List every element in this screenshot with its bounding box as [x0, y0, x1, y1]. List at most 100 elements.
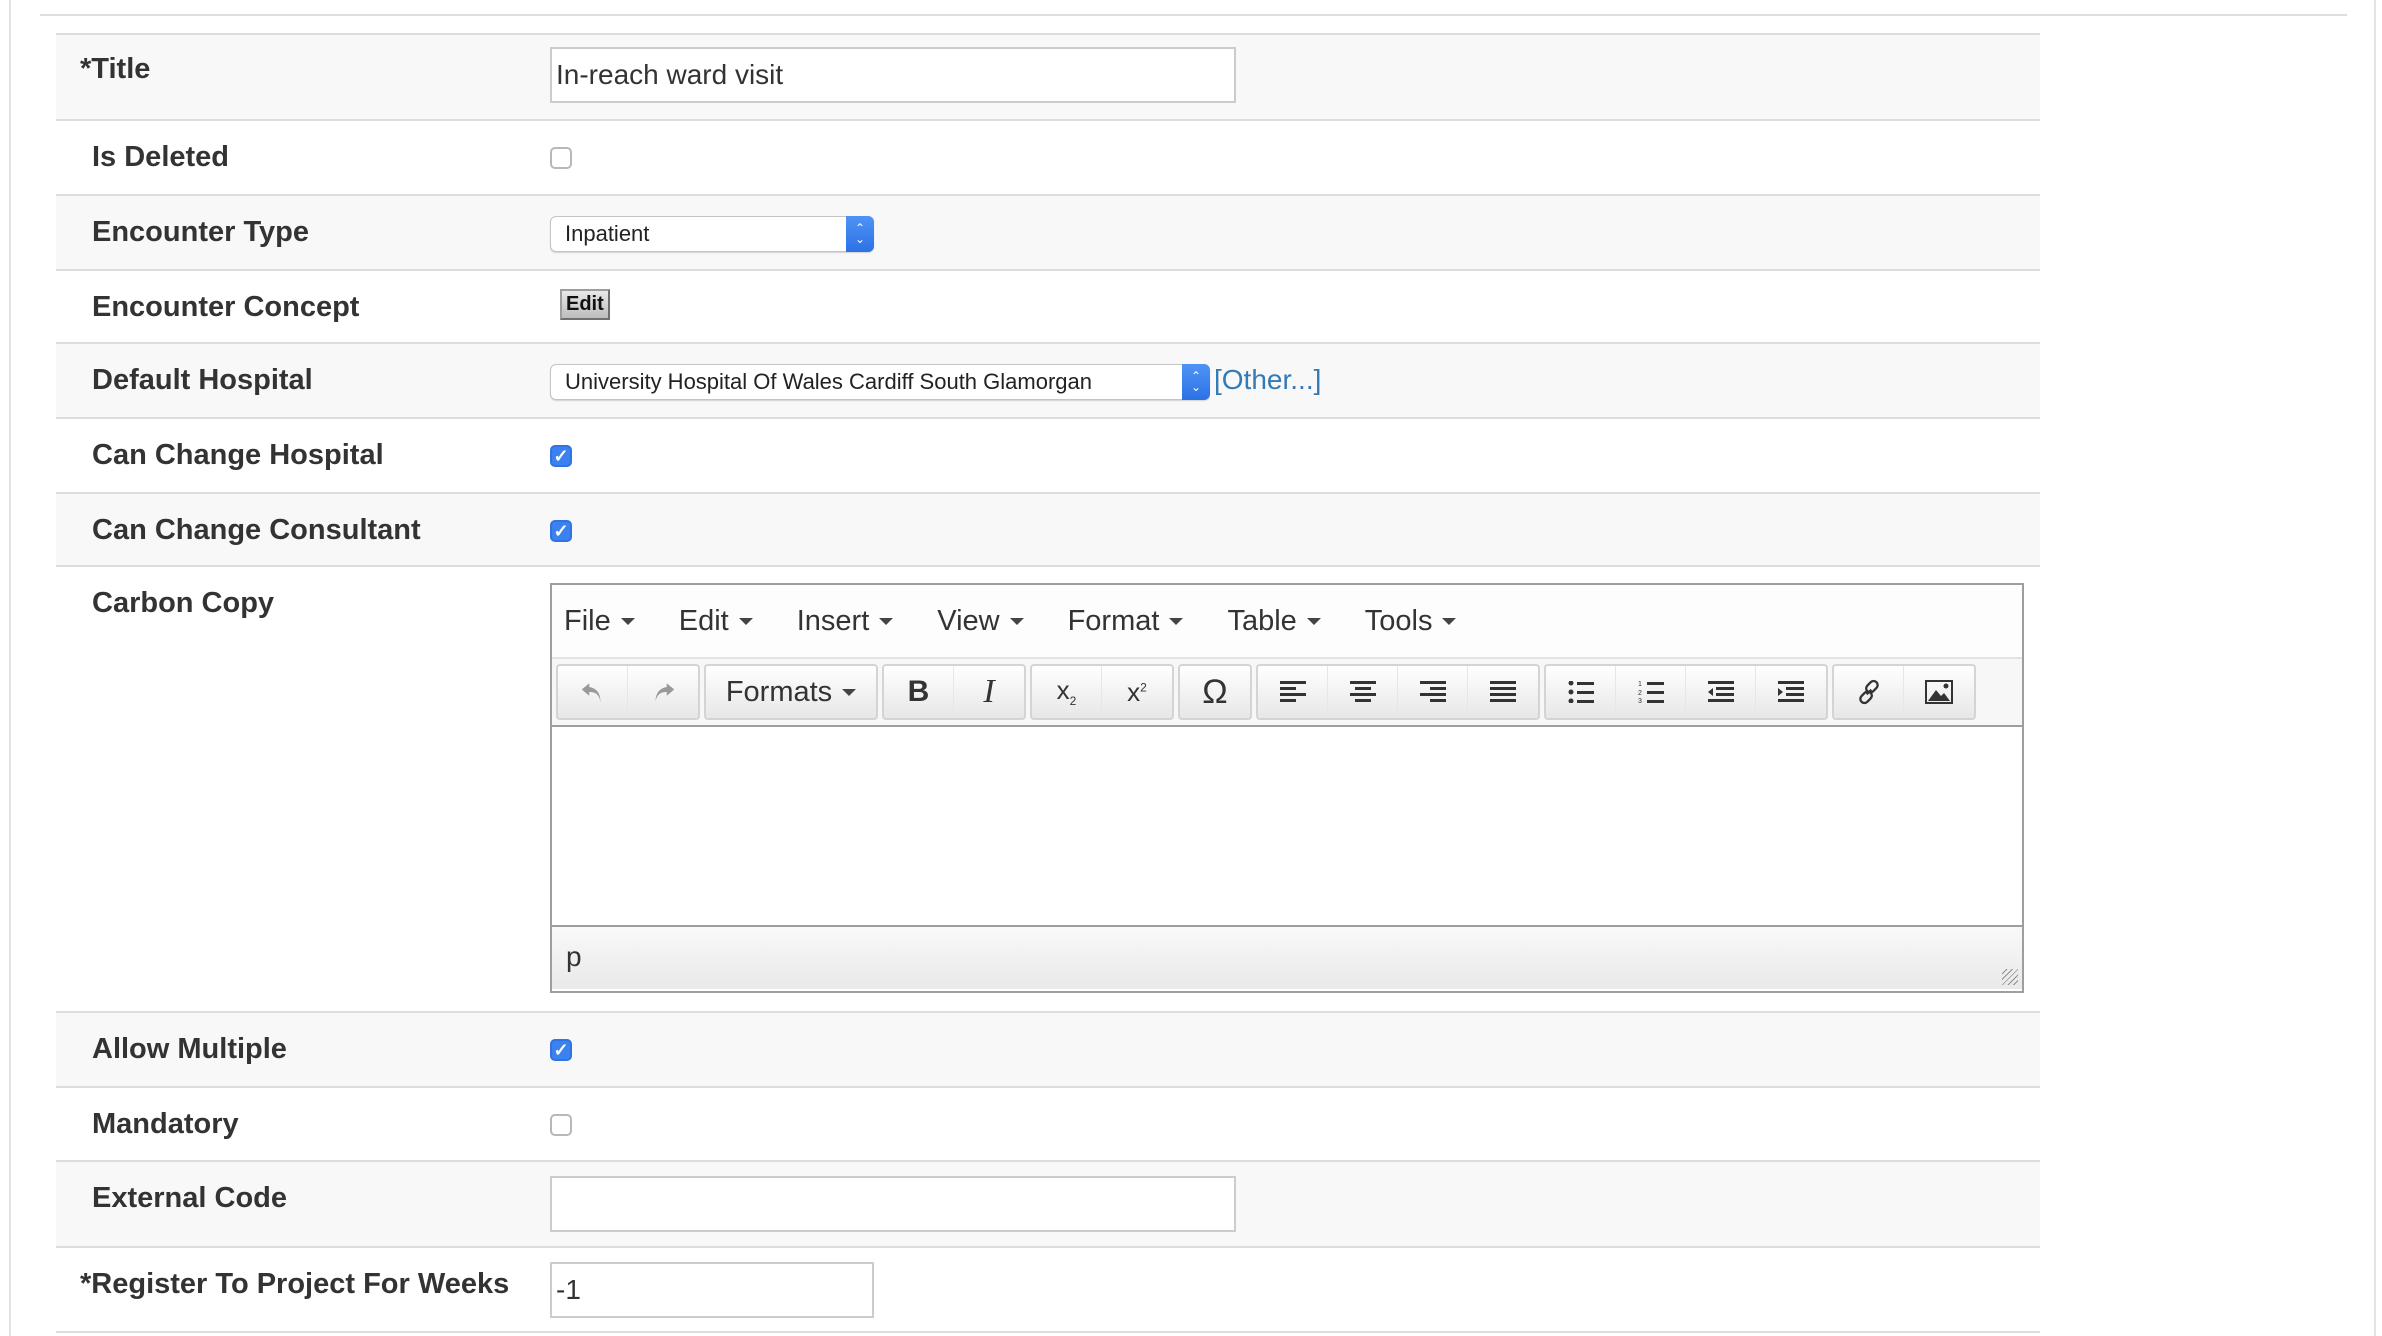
encounter-concept-label: Encounter Concept	[92, 291, 360, 323]
charmap-group: Ω	[1178, 664, 1252, 720]
indent-icon	[1778, 681, 1804, 702]
menu-edit[interactable]: Edit	[679, 605, 753, 638]
editor-menubar: File Edit Insert View Format Table Tools	[552, 585, 2022, 659]
mandatory-checkbox[interactable]	[550, 1114, 572, 1136]
editor-toolbar: Formats B I x2 x2 Ω 1 2 3	[552, 659, 2022, 727]
formats-dropdown[interactable]: Formats	[706, 666, 876, 718]
row-register-weeks: *Register To Project For Weeks	[56, 1246, 2040, 1333]
menu-edit-label: Edit	[678, 604, 729, 637]
list-group: 1 23	[1544, 664, 1828, 720]
carbon-copy-label: Carbon Copy	[92, 587, 275, 619]
checkmark-icon: ✓	[553, 1039, 569, 1060]
numbered-list-icon: 1 23	[1638, 681, 1664, 703]
svg-text:2: 2	[1638, 690, 1642, 697]
can-change-hospital-checkbox[interactable]: ✓	[550, 445, 572, 467]
align-left-button[interactable]	[1258, 666, 1328, 718]
link-button[interactable]	[1834, 666, 1904, 718]
caret-down-icon	[620, 617, 635, 625]
numbered-list-button[interactable]: 1 23	[1616, 666, 1686, 718]
mandatory-label: Mandatory	[92, 1108, 239, 1140]
redo-icon	[655, 683, 675, 702]
default-hospital-select[interactable]: University Hospital Of Wales Cardiff Sou…	[550, 364, 1210, 400]
other-hospital-link[interactable]: [Other...]	[1214, 364, 1321, 396]
subscript-button[interactable]: x2	[1032, 666, 1102, 718]
row-allow-multiple: Allow Multiple ✓	[56, 1011, 2040, 1086]
special-character-icon: Ω	[1202, 672, 1228, 711]
align-center-icon	[1349, 681, 1376, 702]
indent-button[interactable]	[1756, 666, 1826, 718]
menu-tools[interactable]: Tools	[1365, 605, 1457, 638]
menu-table-label: Table	[1227, 604, 1297, 637]
caret-down-icon	[842, 688, 857, 696]
svg-text:3: 3	[1638, 698, 1642, 703]
row-is-deleted: Is Deleted	[56, 119, 2040, 194]
editor-statusbar: p	[552, 927, 2022, 989]
subscript-icon: x2	[1056, 675, 1077, 709]
link-icon	[1858, 679, 1879, 705]
special-character-button[interactable]: Ω	[1180, 666, 1250, 718]
align-right-button[interactable]	[1398, 666, 1468, 718]
caret-down-icon	[738, 617, 753, 625]
element-path[interactable]: p	[566, 941, 582, 973]
can-change-consultant-checkbox[interactable]: ✓	[550, 520, 572, 542]
external-code-label: External Code	[92, 1182, 287, 1214]
row-default-hospital: Default Hospital University Hospital Of …	[56, 342, 2040, 417]
rich-text-editor: File Edit Insert View Format Table Tools	[550, 583, 2024, 993]
menu-view[interactable]: View	[937, 605, 1024, 638]
title-label: *Title	[80, 53, 151, 85]
can-change-hospital-label: Can Change Hospital	[92, 439, 384, 471]
menu-file[interactable]: File	[564, 605, 635, 638]
formats-group: Formats	[704, 664, 878, 720]
encounter-concept-edit-button[interactable]: Edit	[560, 289, 610, 320]
script-group: x2 x2	[1030, 664, 1174, 720]
italic-button[interactable]: I	[954, 666, 1024, 718]
resize-handle-icon[interactable]	[2002, 969, 2018, 985]
caret-down-icon	[1009, 617, 1024, 625]
history-group	[556, 664, 700, 720]
register-weeks-input[interactable]	[550, 1262, 874, 1318]
align-justify-icon	[1490, 681, 1516, 702]
encounter-form: *Title Is Deleted Encounter Type Inpatie…	[56, 33, 2040, 1333]
image-button[interactable]	[1904, 666, 1974, 718]
undo-button[interactable]	[558, 666, 628, 718]
register-weeks-label: *Register To Project For Weeks	[80, 1268, 510, 1300]
bullet-list-button[interactable]	[1546, 666, 1616, 718]
encounter-type-label: Encounter Type	[92, 216, 309, 248]
is-deleted-checkbox[interactable]	[550, 147, 572, 169]
caret-down-icon	[1169, 617, 1184, 625]
superscript-button[interactable]: x2	[1102, 666, 1172, 718]
row-carbon-copy: Carbon Copy File Edit Insert View Format…	[56, 565, 2040, 1011]
can-change-consultant-label: Can Change Consultant	[92, 514, 421, 546]
align-center-button[interactable]	[1328, 666, 1398, 718]
checkmark-icon: ✓	[553, 520, 569, 541]
default-hospital-value: University Hospital Of Wales Cardiff Sou…	[565, 369, 1092, 394]
align-justify-button[interactable]	[1468, 666, 1538, 718]
italic-icon: I	[983, 673, 995, 710]
row-encounter-concept: Encounter Concept Edit	[56, 269, 2040, 342]
encounter-type-select[interactable]: Inpatient ⌃ ⌄	[550, 216, 874, 252]
is-deleted-label: Is Deleted	[92, 141, 229, 173]
checkmark-icon: ✓	[553, 445, 569, 466]
menu-table[interactable]: Table	[1227, 604, 1321, 638]
page-border-left	[9, 0, 11, 1336]
menu-format[interactable]: Format	[1068, 605, 1184, 638]
menu-tools-label: Tools	[1364, 604, 1433, 637]
formats-label: Formats	[725, 675, 833, 708]
title-input[interactable]	[550, 47, 1236, 103]
encounter-type-value: Inpatient	[565, 221, 650, 246]
alignment-group	[1256, 664, 1540, 720]
menu-insert[interactable]: Insert	[797, 605, 894, 638]
align-left-icon	[1279, 681, 1306, 702]
svg-text:1: 1	[1638, 681, 1642, 688]
redo-button[interactable]	[628, 666, 698, 718]
bullet-list-icon	[1568, 681, 1594, 703]
row-mandatory: Mandatory	[56, 1086, 2040, 1160]
bold-button[interactable]: B	[884, 666, 954, 718]
caret-down-icon	[1442, 617, 1457, 625]
image-icon	[1925, 680, 1953, 704]
select-stepper-icon: ⌃ ⌄	[846, 216, 874, 252]
outdent-button[interactable]	[1686, 666, 1756, 718]
external-code-input[interactable]	[550, 1176, 1236, 1232]
editor-content-area[interactable]	[552, 727, 2022, 927]
allow-multiple-checkbox[interactable]: ✓	[550, 1039, 572, 1061]
